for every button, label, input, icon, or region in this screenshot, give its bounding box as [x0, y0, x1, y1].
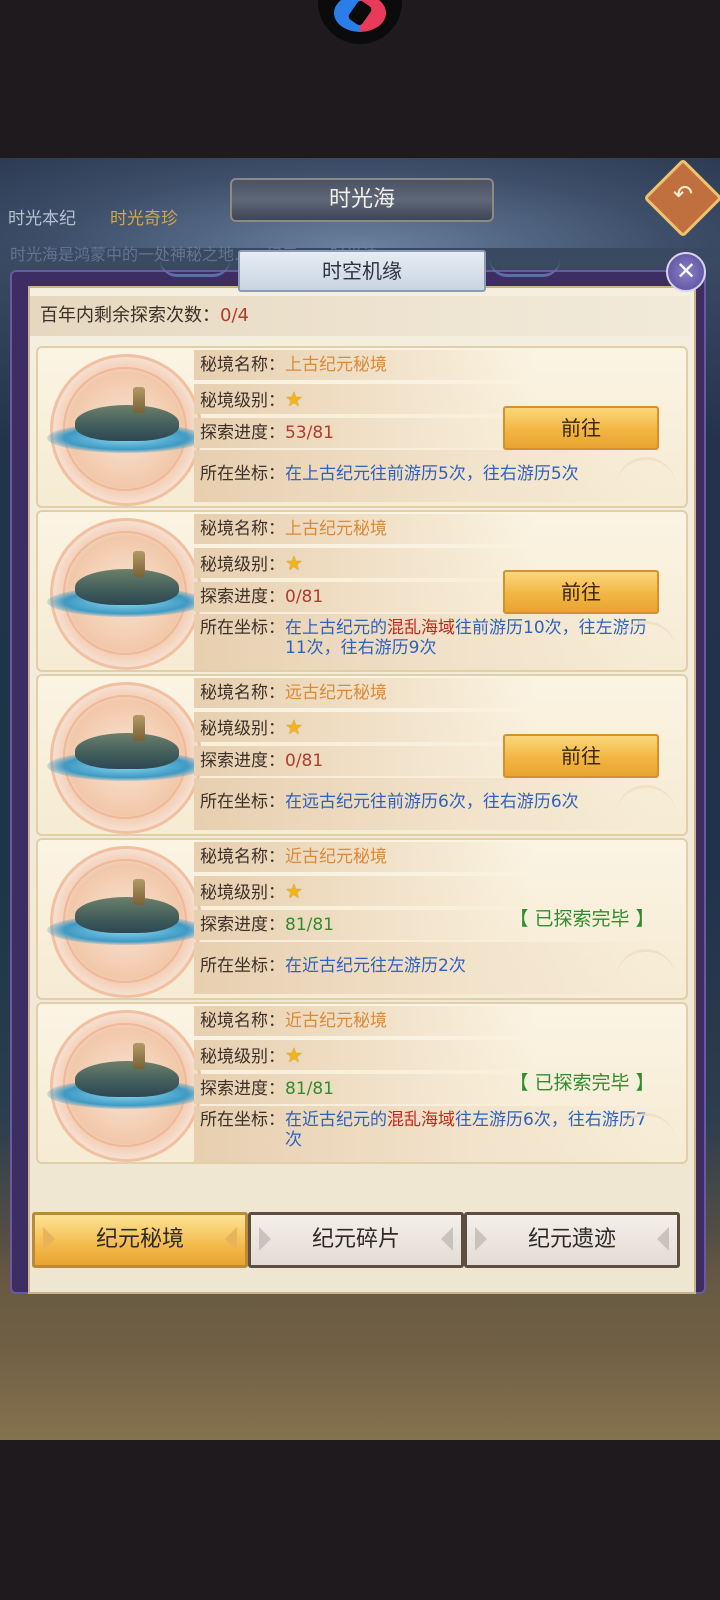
realm-emblem: [47, 846, 205, 998]
realm-progress: 81/81: [285, 915, 334, 935]
explored-status: 【 已探索完毕 】: [509, 1072, 655, 1094]
realm-progress: 53/81: [285, 423, 334, 443]
realm-coords: 在近古纪元的混乱海域往左游历6次，往右游历7次: [285, 1110, 647, 1150]
close-button[interactable]: ✕: [666, 252, 706, 292]
tab-era-secret-realm[interactable]: 纪元秘境: [32, 1212, 248, 1268]
tab-time-chronicle[interactable]: 时光本纪: [8, 204, 76, 229]
realm-emblem: [47, 682, 205, 834]
realm-name: 上古纪元秘境: [285, 355, 387, 375]
star-icon: ★: [285, 715, 303, 739]
remaining-explore-count: 百年内剩余探索次数：0/4: [30, 296, 690, 336]
realm-coords: 在上古纪元往前游历5次，往右游历5次: [285, 464, 579, 484]
realm-progress: 0/81: [285, 751, 324, 771]
realm-coords: 在近古纪元往左游历2次: [285, 956, 466, 976]
realm-coords: 在上古纪元的混乱海域往前游历10次，往左游历11次，往右游历9次: [285, 618, 647, 658]
go-button[interactable]: 前往: [503, 734, 659, 778]
realm-progress: 0/81: [285, 587, 324, 607]
realm-emblem: [47, 518, 205, 670]
app-logo: [318, 0, 402, 44]
secret-realm-card: 秘境名称：上古纪元秘境 秘境级别：★ 探索进度：53/81 所在坐标：在上古纪元…: [36, 346, 688, 508]
tab-time-treasures[interactable]: 时光奇珍: [110, 204, 178, 229]
secret-realm-card: 秘境名称：近古纪元秘境 秘境级别：★ 探索进度：81/81 所在坐标：在近古纪元…: [36, 838, 688, 1000]
realm-emblem: [47, 354, 205, 506]
back-arrow-icon: ↶: [672, 179, 694, 208]
star-icon: ★: [285, 387, 303, 411]
bottom-tab-bar: 纪元秘境 纪元碎片 纪元遗迹: [30, 1212, 690, 1270]
realm-name: 近古纪元秘境: [285, 847, 387, 867]
realm-progress: 81/81: [285, 1079, 334, 1099]
tab-era-ruins[interactable]: 纪元遗迹: [464, 1212, 680, 1268]
realm-coords: 在远古纪元往前游历6次，往右游历6次: [285, 792, 579, 812]
realm-name: 近古纪元秘境: [285, 1011, 387, 1031]
remaining-value: 0/4: [220, 305, 249, 326]
tab-era-fragments[interactable]: 纪元碎片: [248, 1212, 464, 1268]
star-icon: ★: [285, 551, 303, 575]
realm-emblem: [47, 1010, 205, 1162]
close-icon: ✕: [675, 257, 697, 285]
go-button[interactable]: 前往: [503, 570, 659, 614]
realm-name: 远古纪元秘境: [285, 683, 387, 703]
remaining-label: 百年内剩余探索次数：: [40, 305, 220, 326]
secret-realm-card: 秘境名称：远古纪元秘境 秘境级别：★ 探索进度：0/81 所在坐标：在远古纪元往…: [36, 674, 688, 836]
realm-name: 上古纪元秘境: [285, 519, 387, 539]
star-icon: ★: [285, 879, 303, 903]
go-button[interactable]: 前往: [503, 406, 659, 450]
explored-status: 【 已探索完毕 】: [509, 908, 655, 930]
scene-title: 时光海: [230, 178, 494, 222]
star-icon: ★: [285, 1043, 303, 1067]
secret-realm-card: 秘境名称：上古纪元秘境 秘境级别：★ 探索进度：0/81 所在坐标： 在上古纪元…: [36, 510, 688, 672]
secret-realm-card: 秘境名称：近古纪元秘境 秘境级别：★ 探索进度：81/81 所在坐标： 在近古纪…: [36, 1002, 688, 1164]
dialog-title: 时空机缘: [238, 250, 486, 292]
